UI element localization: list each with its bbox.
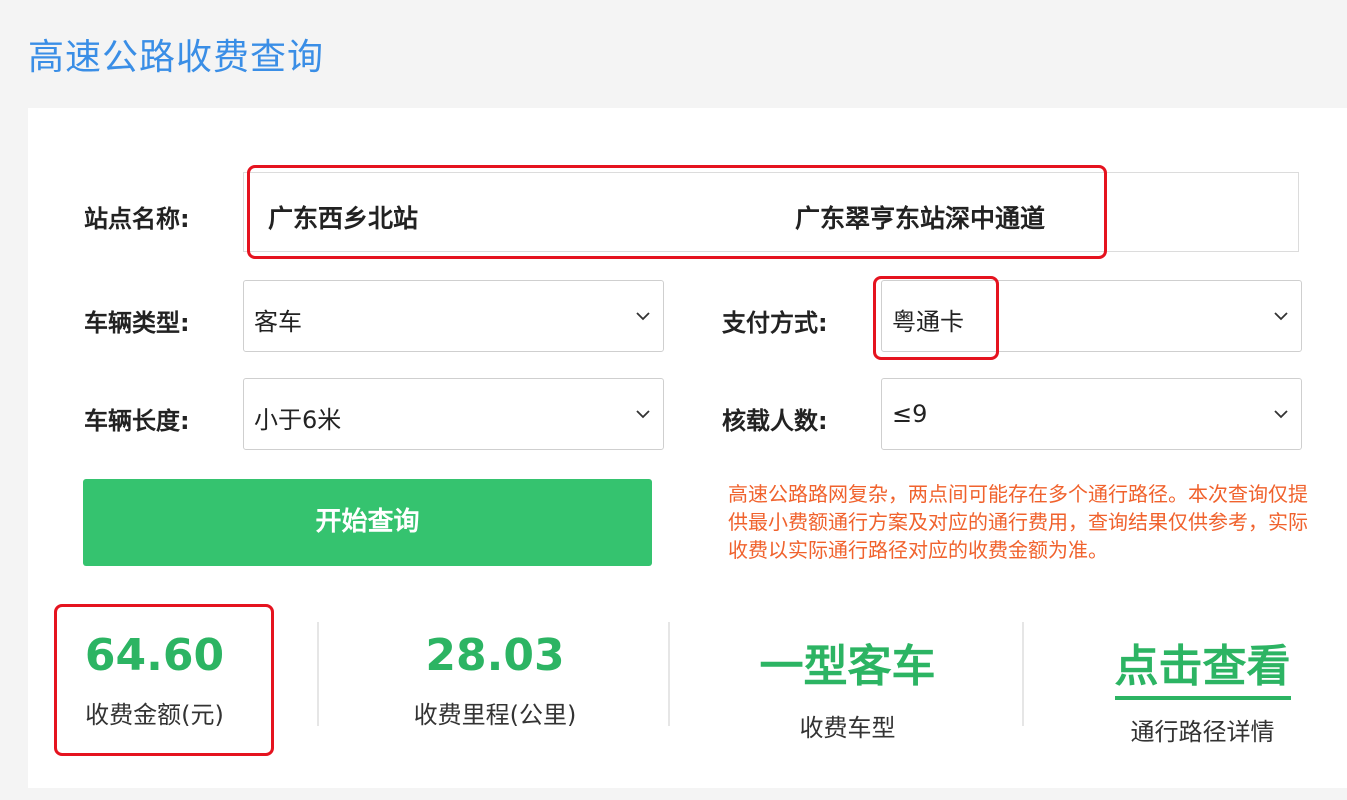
page-title: 高速公路收费查询 — [28, 37, 325, 78]
start-query-button[interactable]: 开始查询 — [83, 479, 652, 566]
vehicle-class-caption: 收费车型 — [799, 714, 896, 742]
vehicle-length-label: 车辆长度: — [84, 407, 190, 435]
chevron-down-icon — [1274, 312, 1288, 321]
passengers-value: ≤9 — [892, 400, 928, 428]
passengers-select[interactable]: ≤9 — [881, 378, 1302, 450]
notice-text: 高速公路路网复杂，两点间可能存在多个通行路径。本次查询仅提供最小费额通行方案及对… — [728, 482, 1308, 562]
fee-caption: 收费金额(元) — [85, 701, 224, 729]
station-label: 站点名称: — [84, 205, 190, 233]
fee-result: 64.60 收费金额(元) — [62, 630, 247, 730]
result-divider — [668, 622, 670, 726]
payment-value: 粤通卡 — [892, 308, 964, 336]
vehicle-class-value: 一型客车 — [759, 641, 936, 692]
route-caption: 通行路径详情 — [1130, 718, 1275, 746]
payment-select[interactable]: 粤通卡 — [881, 280, 1302, 352]
chevron-down-icon — [636, 410, 650, 419]
route-result: 点击查看 通行路径详情 — [1090, 630, 1315, 747]
vehicle-length-value: 小于6米 — [254, 406, 342, 434]
vehicle-type-value: 客车 — [254, 308, 302, 336]
distance-caption: 收费里程(公里) — [413, 701, 577, 729]
distance-value: 28.03 — [425, 630, 565, 681]
vehicle-type-select[interactable]: 客车 — [243, 280, 664, 352]
result-divider — [1022, 622, 1024, 726]
vehicle-type-label: 车辆类型: — [84, 309, 190, 337]
start-station-field[interactable]: 广东西乡北站 — [268, 199, 418, 235]
vehicle-class-result: 一型客车 收费车型 — [735, 630, 960, 743]
chevron-down-icon — [636, 312, 650, 321]
distance-result: 28.03 收费里程(公里) — [385, 630, 605, 730]
payment-label: 支付方式: — [722, 309, 828, 337]
view-route-link[interactable]: 点击查看 — [1114, 630, 1291, 700]
passengers-label: 核载人数: — [722, 407, 828, 435]
chevron-down-icon — [1274, 410, 1288, 419]
vehicle-length-select[interactable]: 小于6米 — [243, 378, 664, 450]
result-divider — [317, 622, 319, 726]
end-station-field[interactable]: 广东翠亨东站深中通道 — [795, 199, 1045, 235]
fee-value: 64.60 — [84, 630, 225, 681]
